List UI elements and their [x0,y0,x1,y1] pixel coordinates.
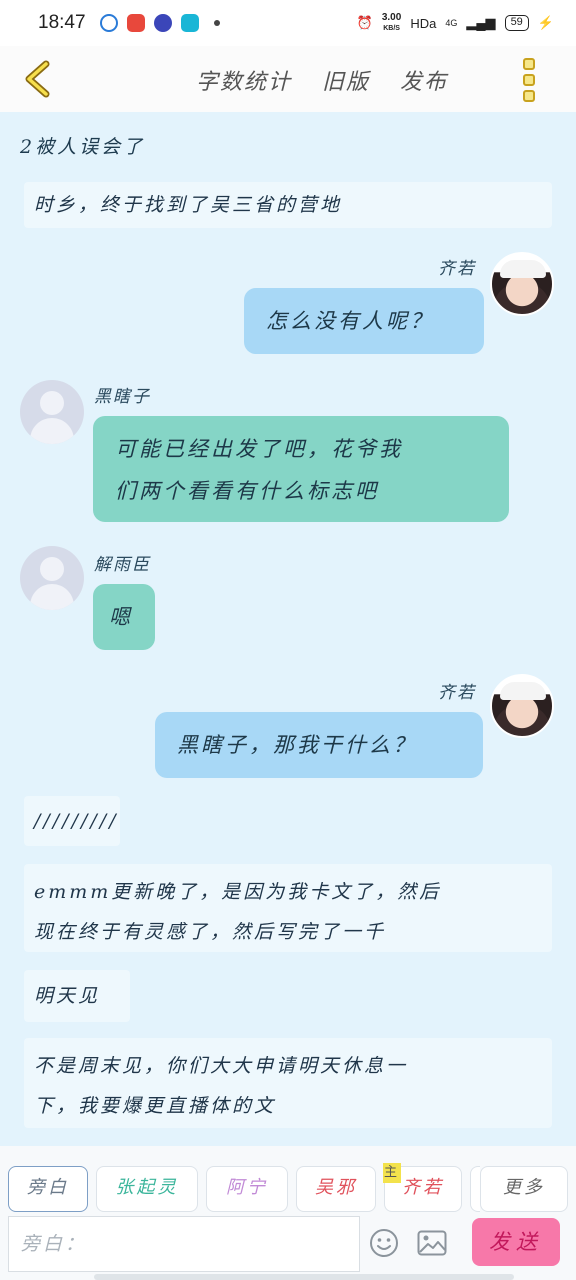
narration-line: emmm更新晚了，是因为我卡文了，然后 [34,881,442,903]
qq-icon [99,14,118,32]
image-icon[interactable] [417,1230,447,1256]
notification-dot-icon [213,20,220,26]
role-wuxie-button[interactable]: 吴邪 [296,1166,376,1212]
sender-name: 齐若 [438,683,476,703]
weibo-icon [126,14,145,32]
bubble-line: 可能已经出发了吧，花爷我 [115,437,403,461]
narration-message[interactable]: emmm更新晚了，是因为我卡文了，然后 现在终于有灵感了，然后写完了一千 [24,864,552,952]
input-bar: 发送 [0,1216,576,1280]
role-aning-button[interactable]: 阿宁 [206,1166,288,1212]
narration-message[interactable]: 时乡，终于找到了吴三省的营地 [24,182,552,228]
editor-header: 字数统计 旧版 发布 [0,46,576,112]
avatar[interactable] [490,674,554,738]
narration-line: 现在终于有灵感了，然后写完了一千 [34,921,387,943]
avatar[interactable] [490,252,554,316]
battery-level: 59 [510,16,523,28]
narration-line: 下，我要爆更直播体的文 [34,1095,277,1117]
narration-message[interactable]: ///////// [24,796,120,846]
role-zhangqiling-button[interactable]: 张起灵 [96,1166,198,1212]
chat-bubble-right[interactable]: 黑瞎子，那我干什么？ [155,712,483,778]
charging-icon: ⚡ [537,15,554,30]
message-input[interactable] [8,1216,360,1272]
role-selector-bar: 旁白 张起灵 阿宁 吴邪 主 齐若 更多 [0,1146,576,1216]
header-actions: 字数统计 旧版 发布 [196,64,448,96]
narration-line: 不是周末见，你们大大申请明天休息一 [34,1055,409,1077]
avatar[interactable] [20,546,84,610]
browser-icon [153,14,172,32]
publish-button[interactable]: 发布 [400,64,448,96]
more-roles-button[interactable]: 更多 [480,1166,568,1212]
status-bar: 18:47 ⏰ 3.00 KB/S HDa 4G ▂▄▆ 59 ⚡ [0,0,576,46]
hd-indicator: HDa [410,15,437,31]
video-app-icon [180,14,199,32]
status-time: 18:47 [38,12,86,33]
main-role-badge: 主 [383,1163,401,1183]
sender-name: 解雨臣 [94,555,151,575]
alarm-icon: ⏰ [356,15,373,30]
more-menu-icon[interactable] [520,58,538,102]
send-button[interactable]: 发送 [472,1218,560,1266]
role-qiruo-label: 齐若 [402,1177,444,1198]
chat-bubble-left[interactable]: 可能已经出发了吧，花爷我 们两个看看有什么标志吧 [93,416,509,522]
narration-message[interactable]: 不是周末见，你们大大申请明天休息一 下，我要爆更直播体的文 [24,1038,552,1128]
network-type: 4G [445,18,458,28]
emoji-icon[interactable] [369,1228,399,1258]
chapter-heading: 2被人误会了 [20,136,146,158]
back-arrow-icon[interactable] [22,60,52,98]
avatar[interactable] [20,380,84,444]
signal-icon: ▂▄▆ [466,15,496,30]
speed-value: 3.00 [381,11,402,23]
speed-unit: KB/S [383,24,400,32]
chat-bubble-right[interactable]: 怎么没有人呢？ [244,288,484,354]
chat-bubble-left[interactable]: 嗯 [93,584,155,650]
sender-name: 齐若 [438,259,476,279]
role-qiruo-button[interactable]: 主 齐若 [383,1163,462,1212]
role-partial-button[interactable] [470,1166,480,1212]
chat-area[interactable]: 2被人误会了 时乡，终于找到了吴三省的营地 齐若 怎么没有人呢？ 黑瞎子 可能已… [0,112,576,1146]
status-right: ⏰ 3.00 KB/S HDa 4G ▂▄▆ 59 ⚡ [356,11,554,34]
word-count-button[interactable]: 字数统计 [196,64,292,96]
role-narrator-button[interactable]: 旁白 [8,1166,88,1212]
battery-icon: 59 [504,15,529,31]
narration-message[interactable]: 明天见 [24,970,130,1022]
old-version-button[interactable]: 旧版 [322,64,370,96]
bubble-line: 们两个看看有什么标志吧 [115,479,379,503]
network-speed: 3.00 KB/S [381,11,402,34]
sender-name: 黑瞎子 [94,387,151,407]
bottom-scroll-indicator [94,1274,514,1280]
